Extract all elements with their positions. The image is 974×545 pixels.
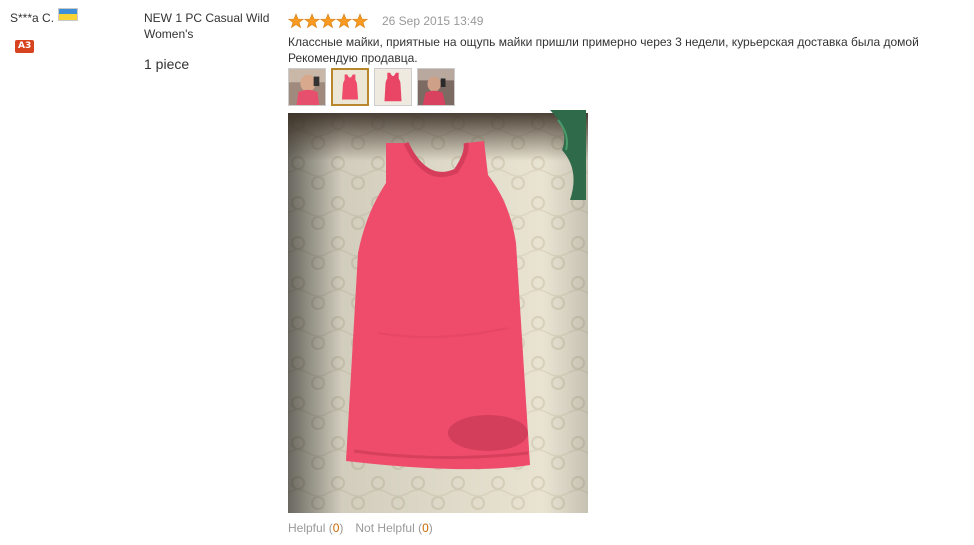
star-icon bbox=[320, 13, 336, 29]
not-helpful-label: Not Helpful bbox=[355, 521, 415, 535]
helpful-row: Helpful (0) Not Helpful (0) bbox=[288, 521, 968, 535]
background-fabric bbox=[550, 110, 586, 200]
buyer-level-badge: A3 bbox=[15, 40, 35, 53]
helpful-count: 0 bbox=[332, 521, 340, 535]
review-item: S***a C. A3 NEW 1 PC Casual Wild Women's… bbox=[0, 0, 974, 545]
photo-thumbnail-3[interactable] bbox=[374, 68, 412, 106]
not-helpful-count: 0 bbox=[422, 521, 429, 535]
star-icon bbox=[352, 13, 368, 29]
product-name[interactable]: NEW 1 PC Casual Wild Women's bbox=[144, 10, 274, 42]
helpful-label: Helpful bbox=[288, 521, 326, 535]
photo-thumbnail-2[interactable] bbox=[331, 68, 369, 106]
photo-thumbnails bbox=[288, 68, 968, 106]
product-quantity: 1 piece bbox=[144, 56, 190, 72]
feedback-content: 26 Sep 2015 13:49 Классные майки, приятн… bbox=[288, 12, 968, 535]
product-info: NEW 1 PC Casual Wild Women's 1 piece bbox=[144, 10, 274, 72]
not-helpful-button[interactable]: Not Helpful (0) bbox=[355, 521, 432, 535]
star-rating bbox=[288, 13, 368, 29]
review-text: Классные майки, приятные на ощупь майки … bbox=[288, 35, 919, 65]
helpful-button[interactable]: Helpful (0) bbox=[288, 521, 343, 535]
photo-thumbnail-4[interactable] bbox=[417, 68, 455, 106]
review-date: 26 Sep 2015 13:49 bbox=[382, 14, 484, 28]
star-icon bbox=[288, 13, 304, 29]
flag-icon bbox=[58, 7, 79, 21]
star-icon bbox=[336, 13, 352, 29]
buyer-info: S***a C. A3 bbox=[10, 7, 130, 53]
photo-thumbnail-1[interactable] bbox=[288, 68, 326, 106]
star-icon bbox=[304, 13, 320, 29]
buyer-name: S***a C. bbox=[10, 11, 55, 25]
